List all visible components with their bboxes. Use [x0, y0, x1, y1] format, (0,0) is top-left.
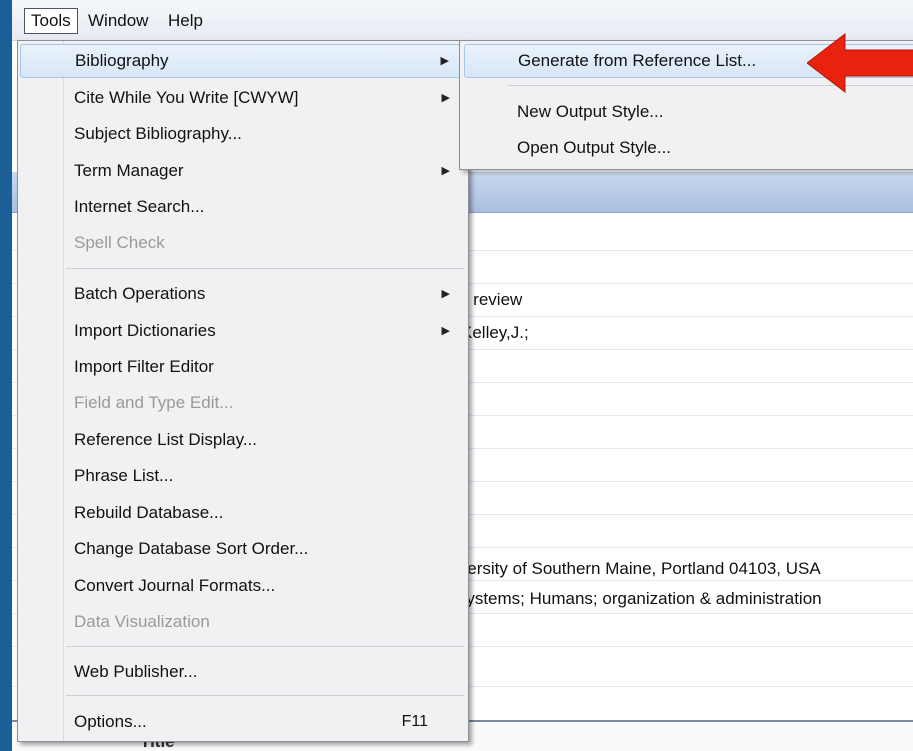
- menu-item-label: Phrase List...: [74, 466, 174, 485]
- menu-separator: [66, 646, 464, 647]
- menu-help[interactable]: Help: [162, 9, 209, 33]
- menu-item-options[interactable]: Options... F11: [20, 705, 464, 739]
- menu-item-internet-search[interactable]: Internet Search...: [20, 190, 464, 224]
- endnote-window: Tools Window Help e review Kelley,J.; iv…: [12, 0, 913, 751]
- menu-item-label: Rebuild Database...: [74, 503, 224, 522]
- submenu-arrow-icon: ▶: [441, 92, 450, 104]
- menu-item-label: Spell Check: [74, 233, 165, 252]
- menu-item-data-visualization: Data Visualization: [20, 605, 464, 639]
- menu-bar: Tools Window Help: [12, 0, 913, 41]
- menu-item-term-manager[interactable]: Term Manager ▶: [20, 154, 464, 188]
- menu-item-spell-check: Spell Check: [20, 226, 464, 260]
- menu-item-label: Cite While You Write [CWYW]: [74, 88, 299, 107]
- submenu-arrow-icon: ▶: [441, 165, 450, 177]
- red-pointer-arrow-icon: [807, 32, 913, 94]
- menu-item-subject-bibliography[interactable]: Subject Bibliography...: [20, 117, 464, 151]
- menu-item-change-sort-order[interactable]: Change Database Sort Order...: [20, 532, 464, 566]
- menu-item-label: Term Manager: [74, 161, 184, 180]
- menu-item-import-dictionaries[interactable]: Import Dictionaries ▶: [20, 314, 464, 348]
- menu-item-label: Field and Type Edit...: [74, 393, 234, 412]
- menu-item-label: Generate from Reference List...: [518, 51, 757, 70]
- menu-item-phrase-list[interactable]: Phrase List...: [20, 459, 464, 493]
- menu-item-import-filter-editor[interactable]: Import Filter Editor: [20, 350, 464, 384]
- reference-field-text: iversity of Southern Maine, Portland 041…: [455, 559, 821, 578]
- menu-item-label: Web Publisher...: [74, 662, 198, 681]
- menu-item-shortcut: F11: [401, 713, 428, 730]
- menu-item-label: Subject Bibliography...: [74, 124, 242, 143]
- reference-field-text: Systems; Humans; organization & administ…: [455, 589, 822, 608]
- menu-item-web-publisher[interactable]: Web Publisher...: [20, 655, 464, 689]
- menu-item-label: Change Database Sort Order...: [74, 539, 309, 558]
- menu-tools[interactable]: Tools: [24, 8, 78, 34]
- menu-item-label: Internet Search...: [74, 197, 205, 216]
- menu-item-open-output-style[interactable]: Open Output Style...: [464, 131, 913, 165]
- submenu-arrow-icon: ▶: [440, 55, 449, 67]
- menu-item-label: New Output Style...: [517, 102, 664, 121]
- menu-item-new-output-style[interactable]: New Output Style...: [464, 95, 913, 129]
- menu-item-batch-operations[interactable]: Batch Operations ▶: [20, 277, 464, 311]
- menu-separator: [66, 695, 464, 696]
- menu-item-label: Options...: [74, 712, 147, 731]
- submenu-arrow-icon: ▶: [441, 325, 450, 337]
- submenu-arrow-icon: ▶: [441, 288, 450, 300]
- menu-item-label: Import Filter Editor: [74, 357, 214, 376]
- tools-menu: Bibliography ▶ Cite While You Write [CWYW…: [17, 40, 469, 742]
- menu-item-label: Reference List Display...: [74, 430, 257, 449]
- menu-item-convert-journal-formats[interactable]: Convert Journal Formats...: [20, 569, 464, 603]
- menu-item-label: Import Dictionaries: [74, 321, 216, 340]
- menu-item-bibliography[interactable]: Bibliography ▶: [20, 44, 464, 78]
- menu-item-field-and-type-edit: Field and Type Edit...: [20, 386, 464, 420]
- menu-item-label: Data Visualization: [74, 612, 210, 631]
- menu-item-cite-while-you-write[interactable]: Cite While You Write [CWYW] ▶: [20, 81, 464, 115]
- menu-item-label: Batch Operations: [74, 284, 206, 303]
- menu-item-label: Open Output Style...: [517, 138, 672, 157]
- menu-separator: [66, 268, 464, 269]
- menu-item-rebuild-database[interactable]: Rebuild Database...: [20, 496, 464, 530]
- menu-window[interactable]: Window: [82, 9, 154, 33]
- menu-item-label: Convert Journal Formats...: [74, 576, 276, 595]
- reference-field-text: Kelley,J.;: [461, 323, 529, 342]
- menu-item-reference-list-display[interactable]: Reference List Display...: [20, 423, 464, 457]
- menu-item-label: Bibliography: [75, 51, 169, 70]
